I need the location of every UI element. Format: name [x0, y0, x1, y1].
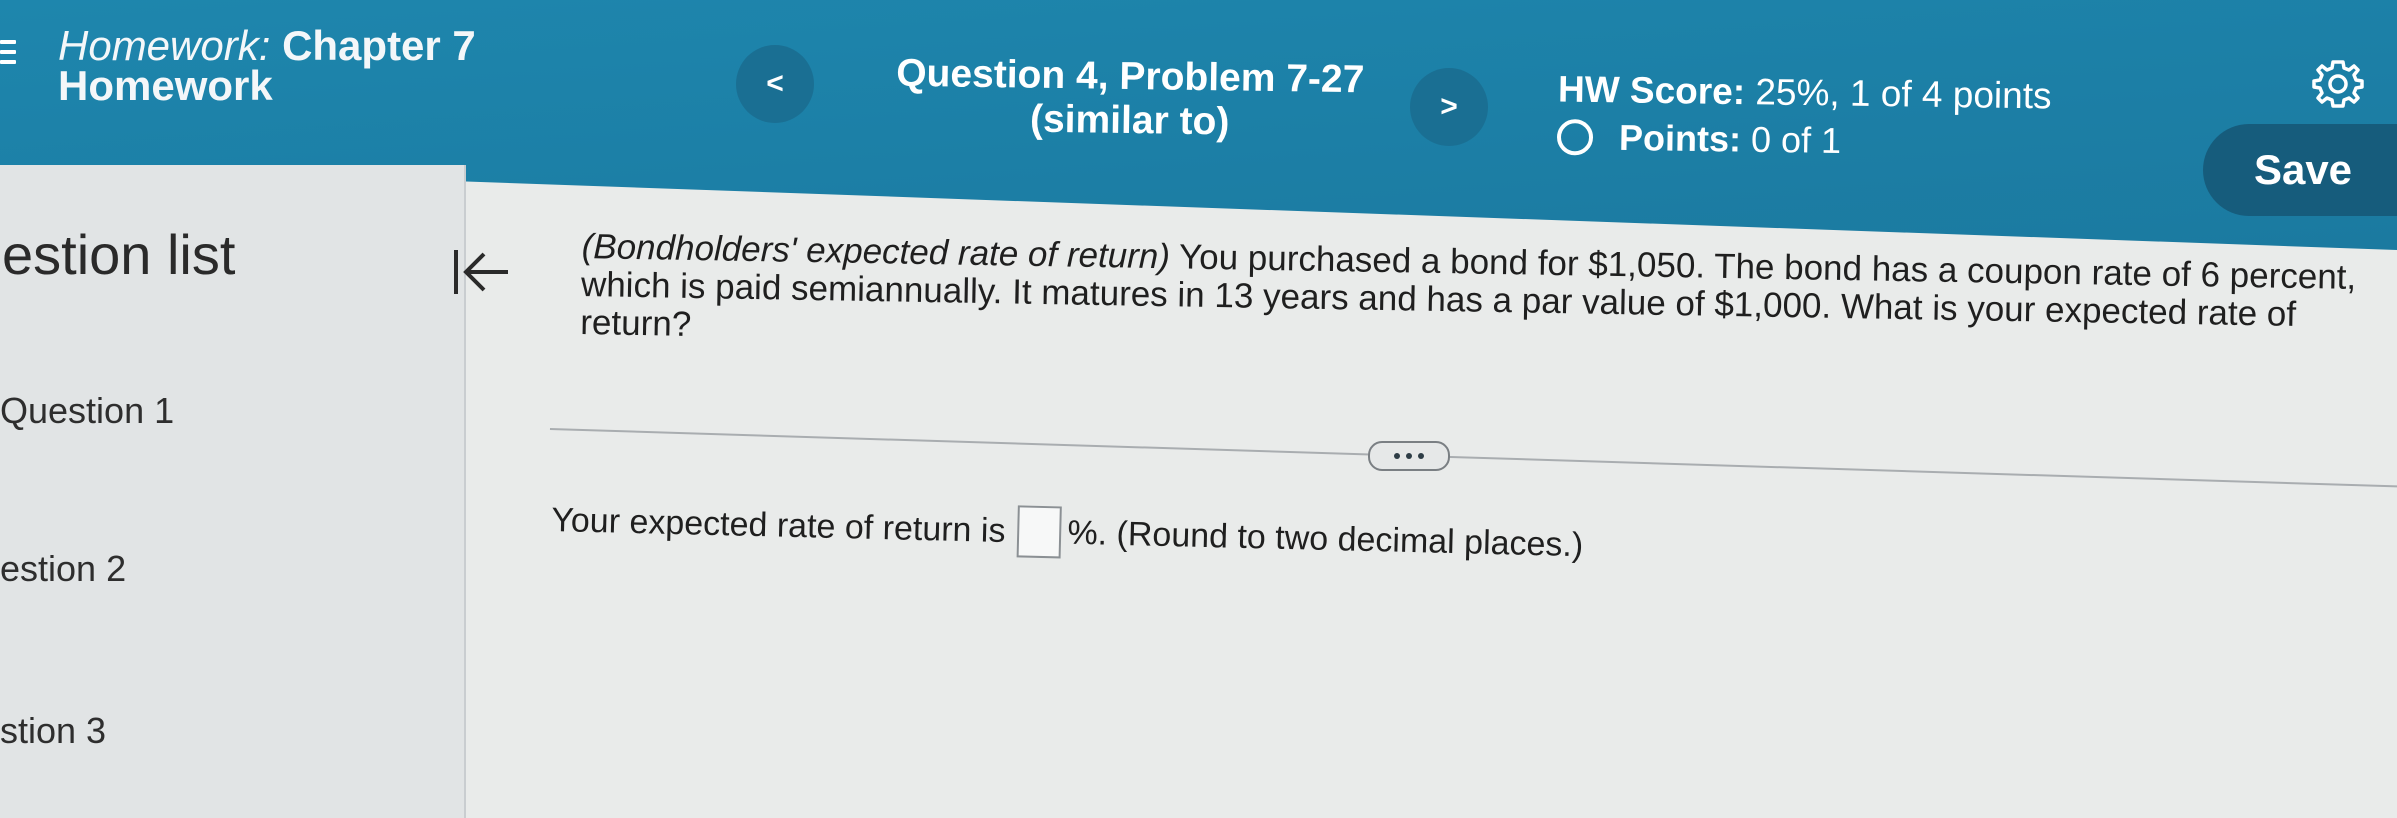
collapse-left-icon[interactable]: [452, 244, 512, 300]
menu-icon[interactable]: [0, 40, 16, 66]
answer-line: Your expected rate of return is %. (Roun…: [551, 494, 1584, 571]
save-button[interactable]: Save: [2203, 124, 2397, 216]
hw-score: HW Score: 25%, 1 of 4 points: [1558, 69, 2052, 118]
sidebar-item-question-3[interactable]: stion 3: [0, 710, 106, 752]
assignment-title-line2: Homework: [58, 62, 273, 109]
question-title: Question 4, Problem 7-27 (similar to): [829, 51, 1430, 147]
next-question-button[interactable]: >: [1410, 68, 1488, 146]
sidebar-item-question-1[interactable]: Question 1: [0, 390, 174, 432]
previous-question-button[interactable]: <: [736, 45, 814, 123]
assignment-title: Homework: Chapter 7 Homework: [58, 25, 476, 109]
question-title-line1: Question 4, Problem 7-27: [895, 51, 1365, 102]
points-value: 0 of 1: [1750, 118, 1842, 161]
points-label: Points:: [1618, 116, 1742, 160]
sidebar-item-question-2[interactable]: estion 2: [0, 548, 126, 590]
assignment-title-chapter: Chapter 7: [282, 22, 476, 69]
divider: [549, 428, 2397, 488]
problem-statement: (Bondholders' expected rate of return) Y…: [580, 227, 2397, 374]
answer-input[interactable]: [1016, 505, 1063, 559]
hw-score-value: 25%, 1 of 4 points: [1755, 71, 2052, 117]
answer-suffix: %. (Round to two decimal places.): [1067, 513, 1584, 564]
status-circle-icon: [1556, 119, 1594, 156]
question-list-title: estion list: [2, 223, 236, 286]
hw-score-label: HW Score:: [1557, 68, 1746, 113]
question-title-line2: (similar to): [1029, 97, 1230, 144]
question-points: Points: 0 of 1: [1556, 116, 1842, 162]
gear-icon[interactable]: [2312, 58, 2364, 110]
more-options-button[interactable]: [1368, 441, 1450, 471]
answer-prefix: Your expected rate of return is: [550, 500, 1006, 550]
